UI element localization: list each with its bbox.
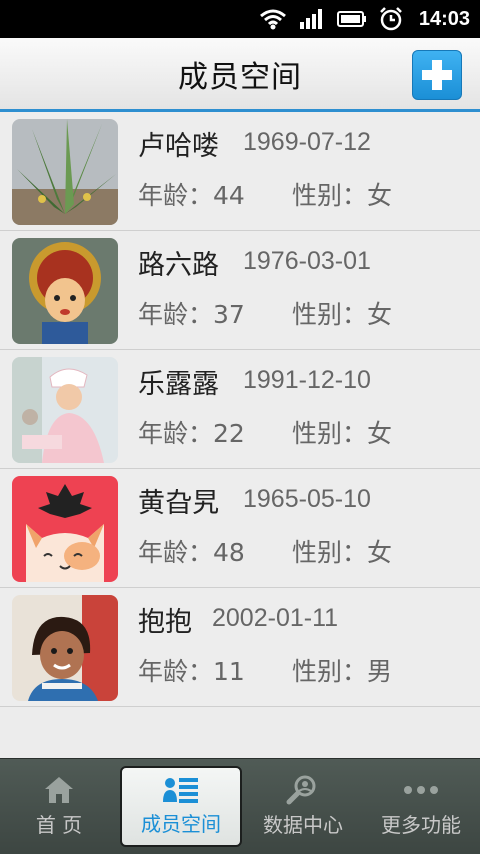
member-avatar (12, 476, 118, 582)
tab-label: 成员空间 (141, 812, 221, 836)
add-member-button[interactable] (412, 50, 462, 100)
member-birthdate: 2002-01-11 (212, 604, 339, 632)
bottom-tab-bar: 首 页 成员空间 数据中心 更多功能 (0, 758, 480, 854)
tab-more[interactable]: 更多功能 (362, 759, 480, 854)
member-name: 路六路 (138, 250, 219, 281)
tab-label: 更多功能 (381, 813, 461, 837)
members-list-icon (163, 778, 198, 803)
signal-icon (299, 8, 325, 30)
member-age: 年龄：44 (138, 181, 245, 210)
member-age: 年龄：48 (138, 538, 245, 567)
member-birthdate: 1991-12-10 (243, 366, 371, 394)
member-row[interactable]: 路六路 1976-03-01 年龄：37 性别：女 (0, 231, 480, 350)
tab-label: 数据中心 (263, 813, 343, 837)
clock-time: 14:03 (418, 7, 470, 30)
member-avatar (12, 357, 118, 463)
app-header: 成员空间 (0, 38, 480, 112)
member-name: 乐露露 (138, 369, 219, 400)
member-birthdate: 1965-05-10 (243, 485, 371, 513)
tab-data-center[interactable]: 数据中心 (244, 759, 362, 854)
data-search-icon (286, 775, 316, 805)
battery-icon (336, 10, 367, 28)
member-age: 年龄：11 (138, 657, 245, 686)
status-bar: 14:03 (0, 0, 480, 38)
tab-home[interactable]: 首 页 (0, 759, 118, 854)
member-row[interactable]: 乐露露 1991-12-10 年龄：22 性别：女 (0, 350, 480, 469)
member-gender: 性别：男 (292, 657, 393, 686)
home-icon (45, 777, 73, 803)
member-row[interactable]: 黄旮旯 1965-05-10 年龄：48 性别：女 (0, 469, 480, 588)
member-name: 黄旮旯 (138, 488, 219, 519)
member-gender: 性别：女 (292, 181, 393, 210)
alarm-clock-icon (379, 7, 403, 31)
member-list: 卢哈喽 1969-07-12 年龄：44 性别：女 路六路 1976-03-01… (0, 112, 480, 707)
member-gender: 性别：女 (292, 300, 393, 329)
member-avatar (12, 238, 118, 344)
member-birthdate: 1969-07-12 (243, 128, 371, 156)
member-birthdate: 1976-03-01 (243, 247, 371, 275)
member-gender: 性别：女 (292, 419, 393, 448)
wifi-icon (259, 8, 287, 30)
member-age: 年龄：37 (138, 300, 245, 329)
more-dots-icon (404, 786, 438, 794)
tab-label: 首 页 (35, 813, 83, 837)
member-avatar (12, 595, 118, 701)
member-age: 年龄：22 (138, 419, 245, 448)
tab-members[interactable]: 成员空间 (120, 766, 242, 847)
member-gender: 性别：女 (292, 538, 393, 567)
page-title: 成员空间 (178, 59, 302, 95)
plus-icon (422, 60, 452, 90)
member-name: 卢哈喽 (138, 131, 219, 162)
member-row[interactable]: 抱抱 2002-01-11 年龄：11 性别：男 (0, 588, 480, 707)
member-avatar (12, 119, 118, 225)
member-row[interactable]: 卢哈喽 1969-07-12 年龄：44 性别：女 (0, 112, 480, 231)
member-name: 抱抱 (138, 607, 192, 638)
